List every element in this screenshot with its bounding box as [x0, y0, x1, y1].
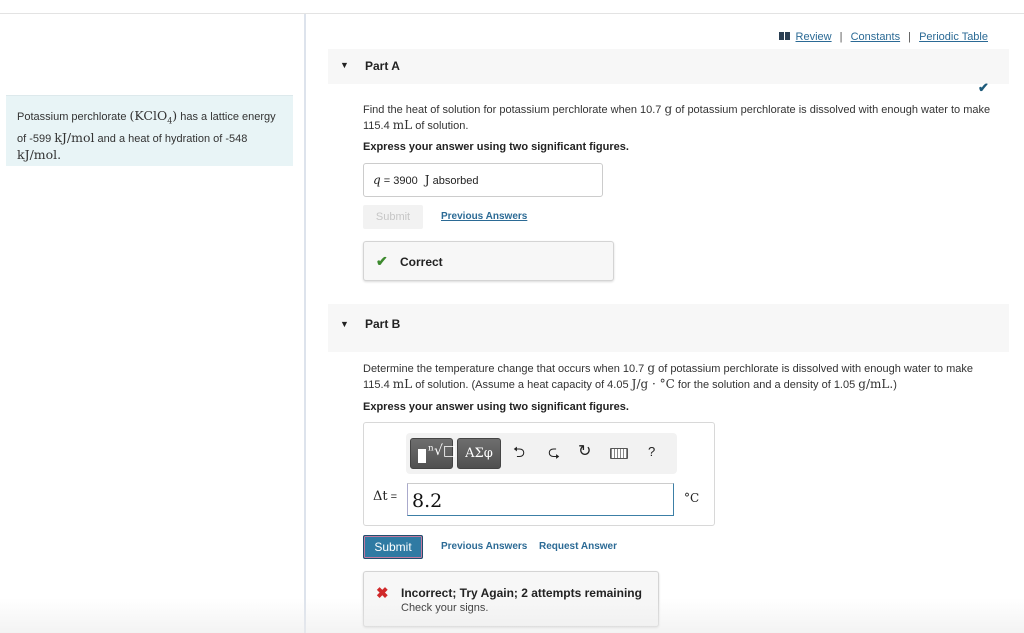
x-mark-icon: ✖: [376, 585, 389, 602]
caret-down-icon[interactable]: ▼: [340, 60, 349, 70]
math-toolbar: ⁿ√□ ΑΣφ ⮌ ⮎ ↻ ?: [406, 433, 677, 474]
delta-t-input[interactable]: [407, 483, 674, 516]
greek-symbols-button[interactable]: ΑΣφ: [457, 438, 501, 469]
top-rule: [0, 13, 1024, 14]
intro-text: Potassium perchlorate: [17, 111, 130, 123]
reset-icon[interactable]: ↻: [578, 441, 591, 461]
part-b-feedback: ✖ Incorrect; Try Again; 2 attempts remai…: [363, 571, 659, 627]
review-link[interactable]: Review: [796, 31, 832, 43]
part-complete-check-icon: ✔: [978, 80, 989, 95]
unit: kJ/mol: [54, 129, 95, 145]
templates-button[interactable]: ⁿ√□: [410, 438, 457, 469]
part-a-title: Part A: [365, 59, 400, 73]
feedback-message: Correct: [400, 255, 443, 269]
constants-link[interactable]: Constants: [851, 31, 901, 43]
part-a-submit-button: Submit: [363, 205, 423, 229]
intro-text: and a heat of hydration of -548: [94, 132, 248, 145]
help-icon[interactable]: ?: [648, 444, 655, 459]
unit: kJ/mol.: [17, 146, 62, 162]
part-a-header[interactable]: ▼ Part A: [328, 49, 1009, 84]
part-b-title: Part B: [365, 317, 401, 331]
book-icon: [779, 32, 791, 40]
problem-intro: Potassium perchlorate (KClO4) has a latt…: [6, 95, 293, 166]
resource-links: Review | Constants | Periodic Table: [779, 31, 988, 43]
answer-variable: q: [373, 173, 381, 187]
answer-unit: °C: [684, 491, 700, 505]
part-b-submit-button[interactable]: Submit: [363, 535, 423, 559]
separator: |: [908, 31, 912, 43]
periodic-table-link[interactable]: Periodic Table: [919, 31, 988, 43]
part-b-previous-answers-link[interactable]: Previous Answers: [441, 541, 527, 552]
part-a-feedback: ✔ Correct: [363, 241, 614, 281]
caret-down-icon[interactable]: ▼: [340, 319, 349, 329]
checkmark-icon: ✔: [376, 253, 388, 269]
request-answer-link[interactable]: Request Answer: [539, 541, 617, 552]
part-b-instruction: Express your answer using two significan…: [363, 401, 629, 413]
undo-icon[interactable]: ⮌: [513, 442, 525, 467]
part-a-instruction: Express your answer using two significan…: [363, 141, 629, 153]
feedback-message: Incorrect; Try Again; 2 attempts remaini…: [401, 586, 642, 600]
part-a-previous-answers-link[interactable]: Previous Answers: [441, 211, 527, 222]
answer-value: 3900: [393, 175, 418, 187]
template-block-icon: [418, 449, 426, 463]
part-b-question: Determine the temperature change that oc…: [363, 361, 973, 391]
panel-divider[interactable]: [304, 14, 306, 633]
part-b-header[interactable]: ▼ Part B: [328, 304, 1009, 352]
answer-label: Δt =: [373, 489, 398, 504]
redo-icon[interactable]: ⮎: [548, 442, 560, 467]
formula: (KClO4): [129, 108, 178, 126]
feedback-hint: Check your signs.: [401, 602, 489, 614]
keyboard-icon[interactable]: [610, 448, 628, 459]
separator: |: [839, 31, 843, 43]
part-a-answer-display: q = 3900 J absorbed: [363, 163, 603, 197]
radical-icon: ⁿ√□: [428, 443, 457, 459]
part-a-question: Find the heat of solution for potassium …: [363, 102, 991, 132]
